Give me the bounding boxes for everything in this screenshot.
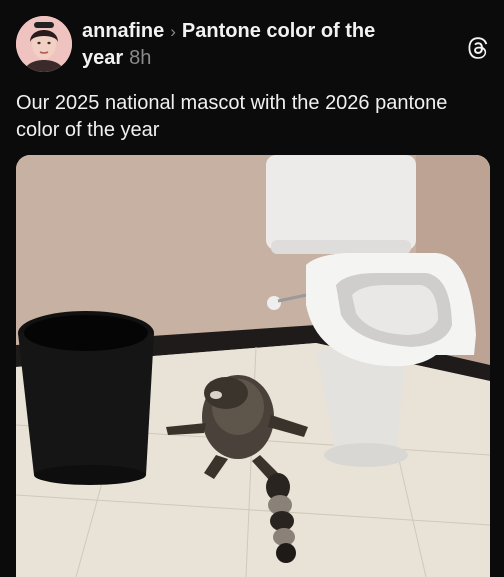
threads-logo-icon[interactable] xyxy=(466,36,490,60)
chevron-right-icon: › xyxy=(170,22,176,41)
post-caption: Our 2025 national mascot with the 2026 p… xyxy=(16,92,448,141)
threads-post: annafine › Pantone color of the year 8h Our… xyxy=(0,0,504,577)
post-header: annafine › Pantone color of the year 8h xyxy=(82,18,442,71)
post-time: 8h xyxy=(129,47,152,69)
username[interactable]: annafine xyxy=(82,20,164,42)
avatar[interactable] xyxy=(16,16,72,72)
post-photo-raccoon-bathroom[interactable] xyxy=(16,155,490,577)
